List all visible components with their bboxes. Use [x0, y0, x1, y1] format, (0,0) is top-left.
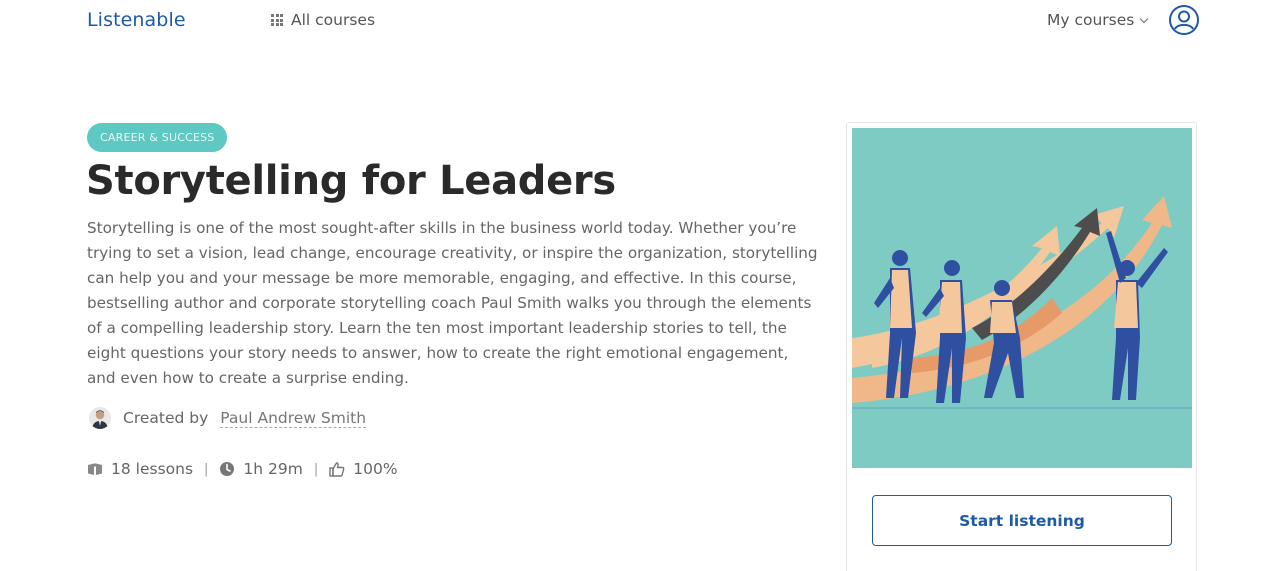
duration-stat: 1h 29m — [219, 460, 303, 478]
separator: | — [204, 461, 209, 477]
thumbs-up-icon — [329, 462, 345, 477]
course-stats: 18 lessons | 1h 29m | 100% — [87, 460, 398, 478]
course-description: Storytelling is one of the most sought-a… — [87, 219, 818, 387]
user-icon — [1169, 5, 1199, 35]
separator: | — [313, 461, 319, 477]
lessons-stat: 18 lessons — [87, 460, 193, 478]
logo-link[interactable]: Listenable — [87, 9, 186, 31]
author-line: Created by Paul Andrew Smith — [89, 407, 367, 429]
rating-stat: 100% — [329, 460, 398, 478]
rating-value: 100% — [353, 460, 398, 478]
created-by-label: Created by — [123, 409, 209, 427]
my-courses-dropdown[interactable]: My courses — [1047, 11, 1149, 29]
book-icon — [88, 463, 102, 475]
user-account-button[interactable] — [1168, 4, 1200, 36]
all-courses-link[interactable]: All courses — [271, 11, 375, 29]
grid-icon — [271, 14, 283, 26]
course-title: Storytelling for Leaders — [86, 158, 616, 204]
course-cover-image — [852, 128, 1192, 468]
author-avatar — [89, 407, 111, 429]
lessons-count: 18 lessons — [111, 460, 194, 478]
chevron-down-icon — [1140, 14, 1149, 23]
my-courses-label: My courses — [1047, 11, 1135, 29]
clock-icon — [220, 462, 235, 476]
duration-value: 1h 29m — [243, 460, 303, 478]
start-listening-button[interactable]: Start listening — [872, 495, 1172, 546]
all-courses-label: All courses — [291, 11, 376, 29]
course-card: Start listening — [846, 122, 1197, 571]
category-badge[interactable]: CAREER & SUCCESS — [87, 123, 228, 152]
author-link[interactable]: Paul Andrew Smith — [220, 409, 367, 428]
